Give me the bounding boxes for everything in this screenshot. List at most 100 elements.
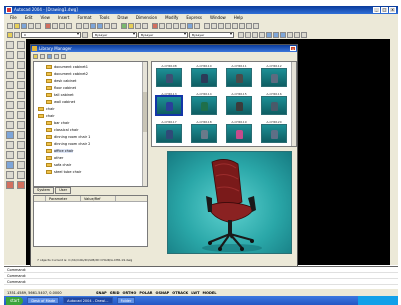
thumbnail-item[interactable]: A-CHR119 — [225, 120, 253, 146]
layer-dropdown[interactable]: 0 — [21, 31, 81, 38]
preview-icon[interactable] — [35, 22, 41, 29]
ellipse-icon[interactable] — [6, 121, 14, 129]
erase-icon[interactable] — [17, 41, 25, 49]
otrack-toggle[interactable]: OTRACK — [172, 291, 188, 295]
command-line[interactable]: Command: Command: Command: — [4, 266, 398, 289]
thumbnail-scrollbar[interactable] — [291, 62, 296, 146]
explode-icon[interactable] — [17, 181, 25, 189]
region-icon[interactable] — [6, 171, 14, 179]
polygon-icon[interactable] — [6, 71, 14, 79]
snap-toggle[interactable]: SNAP — [96, 291, 107, 295]
pan-icon[interactable] — [90, 22, 96, 29]
design-center-icon[interactable] — [128, 22, 134, 29]
tree-item[interactable]: chair — [38, 113, 55, 119]
menu-file[interactable]: File — [10, 15, 17, 20]
thumbnail-item[interactable]: A-CHR112 — [260, 64, 288, 90]
extend-icon[interactable] — [239, 22, 245, 29]
layer-manager-icon[interactable] — [7, 31, 13, 38]
tree-item[interactable]: floor cabinet — [46, 85, 76, 91]
menu-view[interactable]: View — [40, 15, 50, 20]
tab-user[interactable]: User — [55, 187, 72, 194]
thumbnail-item[interactable]: A-CHR118 — [190, 120, 218, 146]
polyline-icon[interactable] — [6, 61, 14, 69]
thumbnail-item[interactable]: A-CHR117 — [155, 120, 183, 146]
hatch-icon[interactable] — [187, 22, 193, 29]
trim-icon[interactable] — [17, 131, 25, 139]
library-close-button[interactable]: x — [290, 46, 296, 52]
linetype-dropdown[interactable]: ByLayer — [138, 31, 188, 38]
ucs-3point-icon[interactable] — [259, 31, 265, 38]
up-level-icon[interactable] — [40, 54, 45, 59]
menu-window[interactable]: Window — [210, 15, 226, 20]
array-icon[interactable] — [17, 81, 25, 89]
minimize-button[interactable]: _ — [373, 7, 380, 13]
tree-item[interactable]: chair — [38, 106, 55, 112]
maximize-button[interactable]: □ — [381, 7, 388, 13]
hatch-icon[interactable] — [6, 161, 14, 169]
zoom-realtime-icon[interactable] — [97, 22, 103, 29]
taskbar-item[interactable]: Desk of Made — [27, 297, 60, 304]
thumbnail-item-selected[interactable]: A-CHR113 — [155, 92, 183, 118]
tree-item-selected[interactable]: office chair — [46, 148, 74, 154]
tree-item[interactable]: tall cabinet — [46, 92, 74, 98]
tree-item[interactable]: steel tube chair — [46, 169, 81, 175]
command-prompt[interactable]: Command: — [4, 279, 398, 285]
polyline-icon[interactable] — [159, 22, 165, 29]
view-top-icon[interactable] — [266, 31, 272, 38]
make-current-layer-icon[interactable] — [82, 31, 88, 38]
tree-item[interactable]: document cabinet1 — [46, 64, 88, 70]
text-icon[interactable] — [194, 22, 200, 29]
make-block-icon[interactable] — [6, 141, 14, 149]
thumbnail-grid[interactable]: A-CHR108 A-CHR110 A-CHR111 A-CHR112 A-CH… — [151, 61, 297, 147]
polar-toggle[interactable]: POLAR — [139, 291, 152, 295]
app-icon[interactable] — [6, 7, 12, 13]
fillet-icon[interactable] — [246, 22, 252, 29]
text-icon[interactable] — [6, 181, 14, 189]
new-icon[interactable] — [7, 22, 13, 29]
dimension-icon[interactable] — [204, 22, 210, 29]
ucs-origin-icon[interactable] — [252, 31, 258, 38]
library-title-bar[interactable]: Library Manager x — [31, 45, 297, 52]
ortho-toggle[interactable]: ORTHO — [123, 291, 137, 295]
rotate-icon[interactable] — [218, 22, 224, 29]
menu-express[interactable]: Express — [186, 15, 202, 20]
taskbar-item-active[interactable]: Autocad 2004 - Drawi... — [63, 297, 113, 304]
tree-item[interactable]: bar chair — [46, 120, 70, 126]
trim-icon[interactable] — [232, 22, 238, 29]
move-icon[interactable] — [211, 22, 217, 29]
tool-palettes-icon[interactable] — [135, 22, 141, 29]
osnap-toggle[interactable]: OSNAP — [156, 291, 170, 295]
ucs-world-icon[interactable] — [245, 31, 251, 38]
spline-icon[interactable] — [6, 111, 14, 119]
thumbnail-item[interactable]: A-CHR108 — [155, 64, 183, 90]
arc-icon[interactable] — [6, 91, 14, 99]
copy-object-icon[interactable] — [17, 51, 25, 59]
rectangle-icon[interactable] — [6, 81, 14, 89]
thumbnail-item[interactable]: A-CHR110 — [190, 64, 218, 90]
fillet-icon[interactable] — [17, 171, 25, 179]
layer-state-icon[interactable] — [14, 31, 20, 38]
view-iso-icon[interactable] — [280, 31, 286, 38]
view-front-icon[interactable] — [273, 31, 279, 38]
break-icon[interactable] — [17, 151, 25, 159]
taskbar-item[interactable]: Folder — [116, 297, 136, 304]
insert-block-icon[interactable] — [6, 131, 14, 139]
redo-icon[interactable] — [83, 22, 89, 29]
tree-item[interactable]: other — [46, 155, 63, 161]
rotate-icon[interactable] — [17, 101, 25, 109]
menu-draw[interactable]: Draw — [117, 15, 127, 20]
circle-icon[interactable] — [6, 101, 14, 109]
vertical-scrollbar[interactable] — [390, 39, 398, 265]
copy-icon[interactable] — [52, 22, 58, 29]
thumbnail-item[interactable]: A-CHR116 — [260, 92, 288, 118]
model-toggle[interactable]: MODEL — [203, 291, 217, 295]
tree-item[interactable]: document cabinet2 — [46, 71, 88, 77]
view-options-icon[interactable] — [54, 54, 59, 59]
scale-icon[interactable] — [225, 22, 231, 29]
search-icon[interactable] — [47, 54, 52, 59]
chamfer-icon[interactable] — [17, 161, 25, 169]
render-icon[interactable] — [294, 31, 300, 38]
menu-insert[interactable]: Insert — [58, 15, 69, 20]
xline-icon[interactable] — [6, 51, 14, 59]
help-icon[interactable] — [142, 22, 148, 29]
